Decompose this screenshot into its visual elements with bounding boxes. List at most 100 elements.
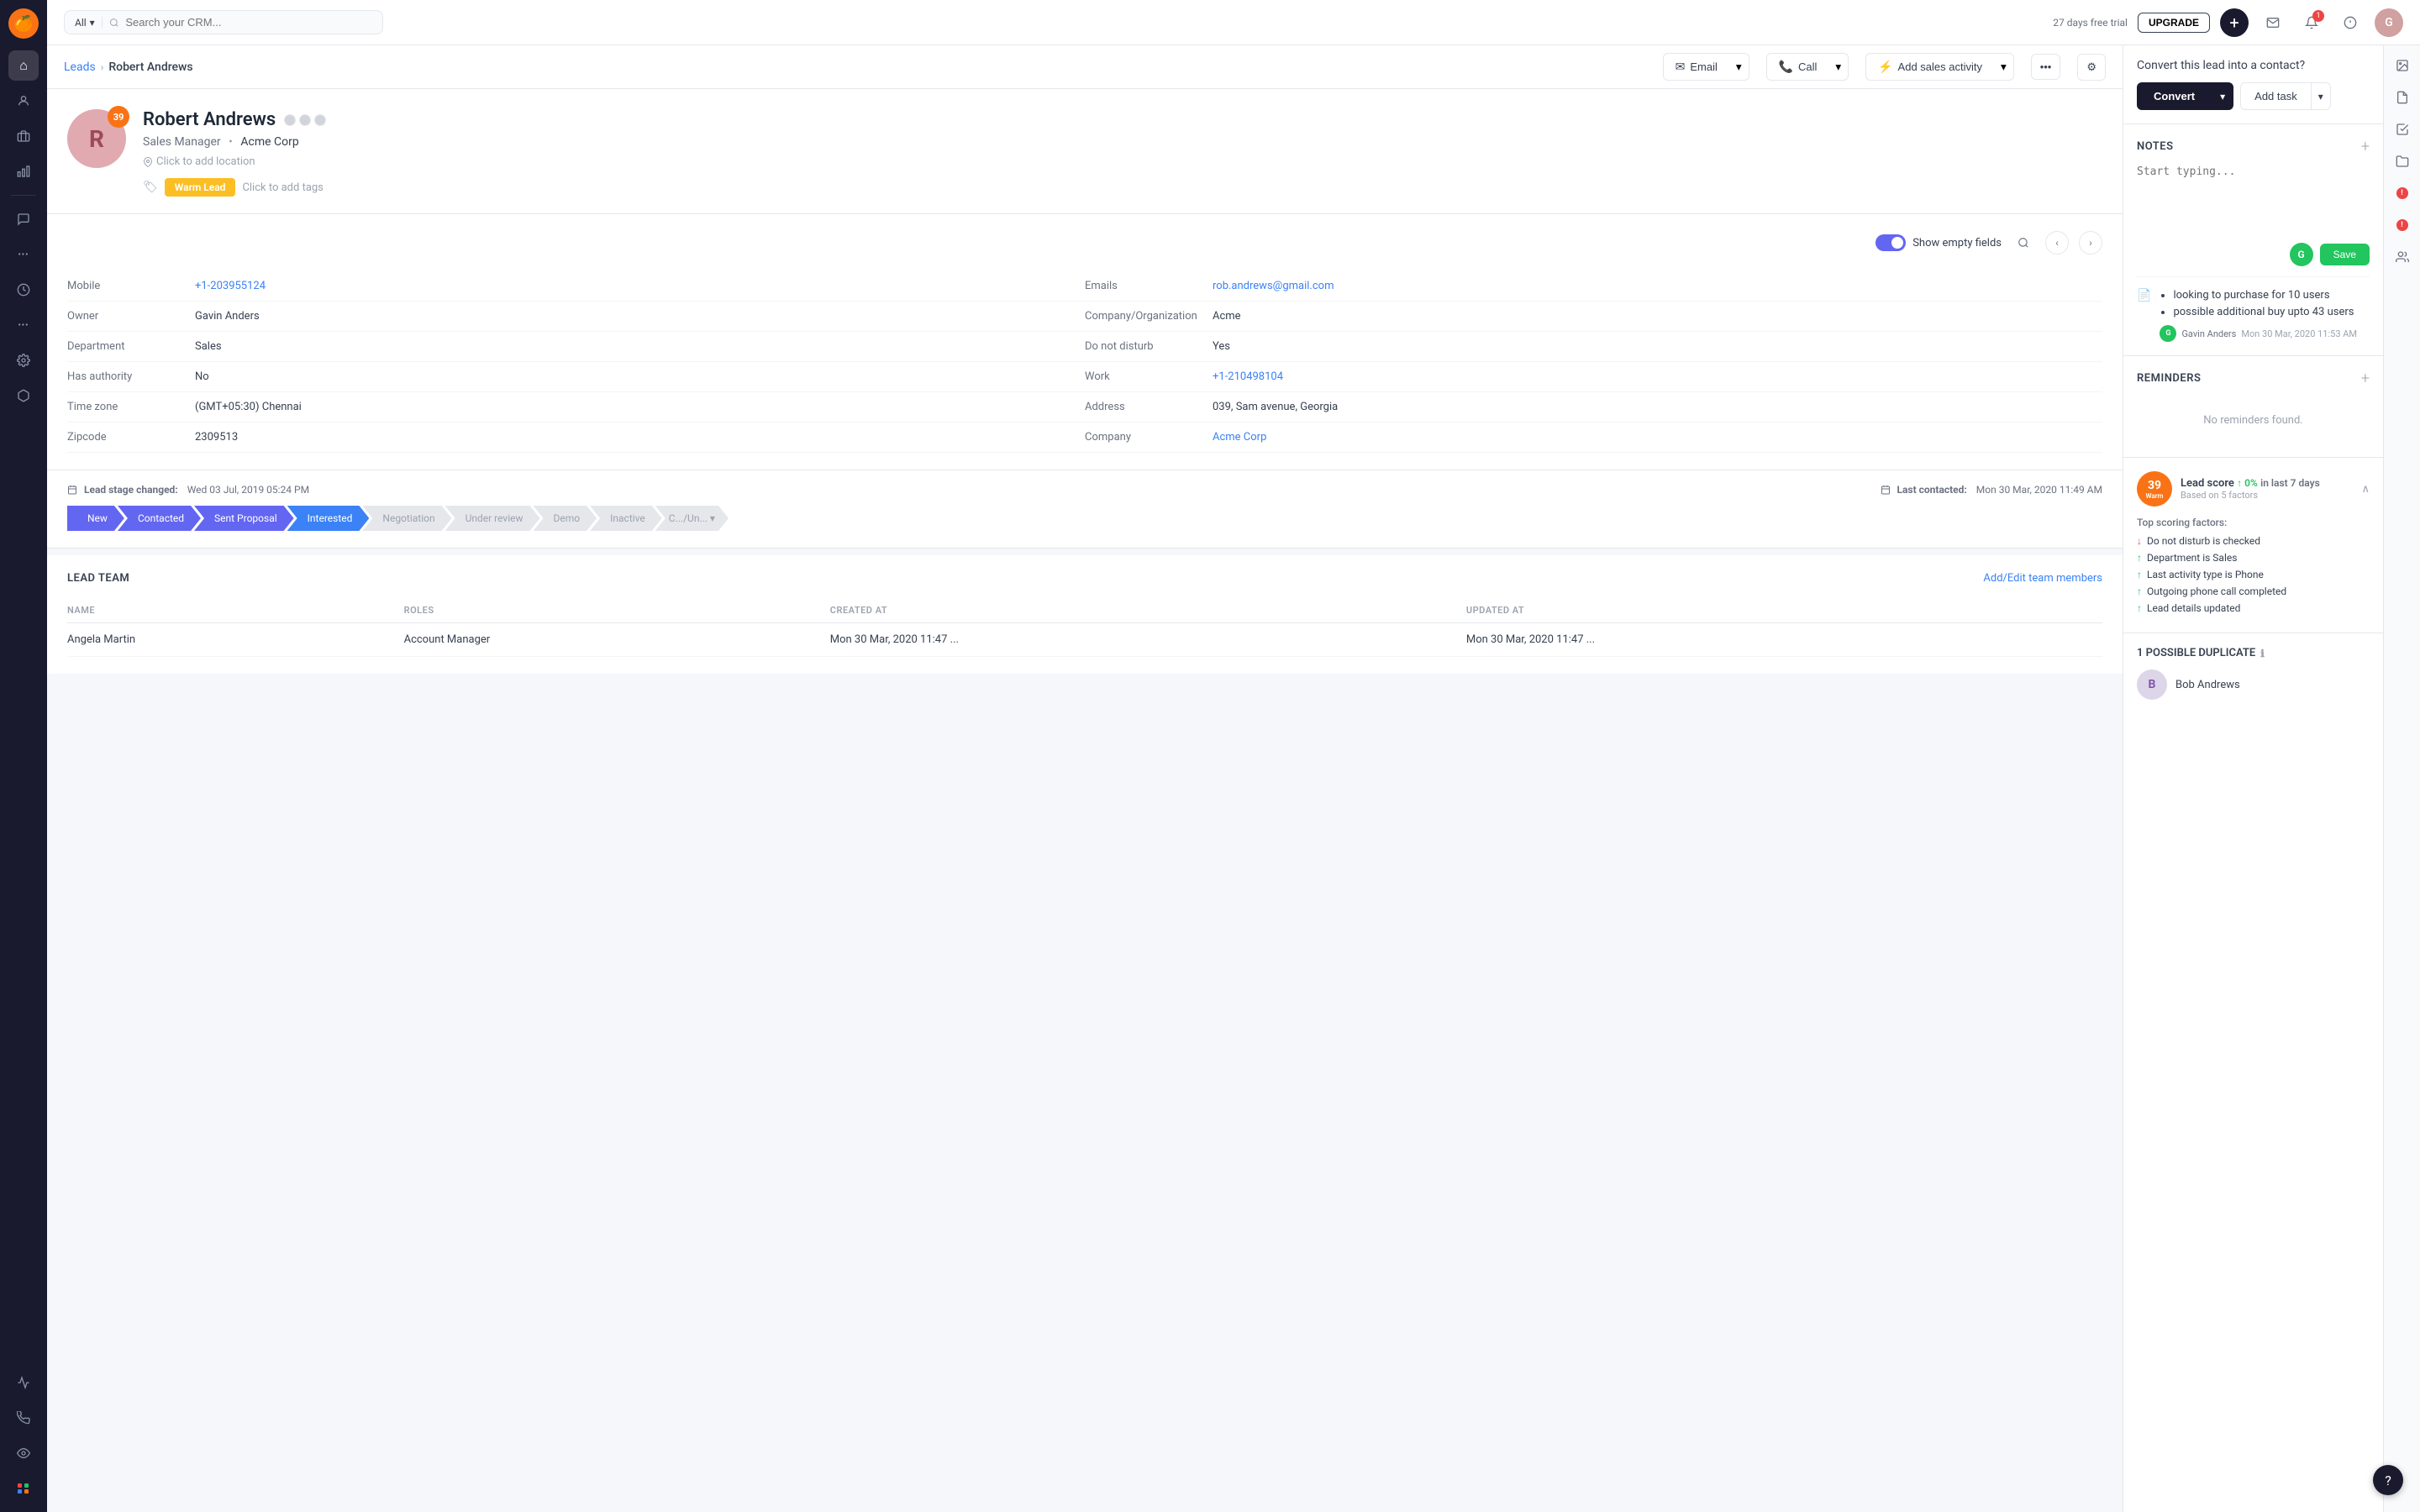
stage-changed: Lead stage changed: Wed 03 Jul, 2019 05:… <box>67 484 309 496</box>
user-avatar[interactable]: G <box>2375 8 2403 37</box>
breadcrumb: Leads › Robert Andrews <box>64 60 193 74</box>
page-header: Leads › Robert Andrews ✉ Email ▾ 📞 Call <box>47 45 2123 89</box>
settings-button[interactable]: ⚙ <box>2077 54 2106 81</box>
sidebar-icon-messages[interactable] <box>8 204 39 234</box>
far-right-hands-icon[interactable] <box>2389 244 2416 270</box>
note-text: looking to purchase for 10 users possibl… <box>2160 287 2370 320</box>
fields-prev-button[interactable]: ‹ <box>2045 231 2069 255</box>
far-right-folder-icon[interactable] <box>2389 148 2416 175</box>
bell-action[interactable] <box>2336 8 2365 37</box>
search-input[interactable] <box>125 16 372 29</box>
stage-more[interactable]: C.../Un... ▾ <box>655 506 729 531</box>
convert-chevron[interactable]: ▾ <box>2212 82 2233 110</box>
lead-company[interactable]: Acme Corp <box>240 135 298 149</box>
far-right-activity-icon[interactable]: ! <box>2389 212 2416 239</box>
far-right-photo-icon[interactable] <box>2389 52 2416 79</box>
stage-contacted[interactable]: Contacted <box>118 506 201 531</box>
field-mobile-value[interactable]: +1-203955124 <box>195 280 266 292</box>
sales-activity-chevron[interactable]: ▾ <box>1994 53 2014 81</box>
add-task-chevron[interactable]: ▾ <box>2312 82 2331 110</box>
field-emails-value[interactable]: rob.andrews@gmail.com <box>1213 280 1334 292</box>
show-empty-toggle[interactable]: Show empty fields <box>1876 234 2002 251</box>
more-options-button[interactable]: ••• <box>2031 54 2061 80</box>
lead-title: Sales Manager <box>143 135 221 149</box>
far-right-doc-icon[interactable] <box>2389 84 2416 111</box>
notes-input[interactable] <box>2137 165 2370 233</box>
field-company-value[interactable]: Acme Corp <box>1213 431 1266 444</box>
stage-inactive[interactable]: Inactive <box>590 506 662 531</box>
note-content: looking to purchase for 10 users possibl… <box>2160 287 2370 342</box>
sidebar-icon-clock[interactable] <box>8 275 39 305</box>
convert-button[interactable]: Convert <box>2137 82 2212 110</box>
email-button[interactable]: ✉ Email <box>1663 53 1729 81</box>
add-sales-activity-button[interactable]: ⚡ Add sales activity <box>1865 53 1994 81</box>
sidebar-icon-analytics[interactable] <box>8 156 39 186</box>
stage-under-review[interactable]: Under review <box>445 506 540 531</box>
member-name: Angela Martin <box>67 623 404 657</box>
call-button[interactable]: 📞 Call <box>1766 53 1829 81</box>
add-note-button[interactable]: + <box>2361 138 2370 155</box>
field-department-value: Sales <box>195 340 222 353</box>
score-dot-2 <box>299 114 311 126</box>
factor-dnd: ↓ Do not disturb is checked <box>2137 535 2370 547</box>
field-address: Address 039, Sam avenue, Georgia <box>1085 392 2102 423</box>
gear-icon: ⚙ <box>2086 60 2096 74</box>
stage-new[interactable]: New <box>67 506 124 531</box>
field-timezone-label: Time zone <box>67 401 185 413</box>
sidebar-icon-contacts[interactable] <box>8 86 39 116</box>
dup-item: B Bob Andrews <box>2137 669 2370 700</box>
save-note-button[interactable]: Save <box>2320 244 2370 265</box>
stage-contacted: Last contacted: Mon 30 Mar, 2020 11:49 A… <box>1881 484 2102 496</box>
email-call-group: ✉ Email ▾ <box>1663 53 1749 81</box>
sidebar-icon-deals[interactable] <box>8 121 39 151</box>
dup-name[interactable]: Bob Andrews <box>2175 679 2240 691</box>
email-action[interactable] <box>2259 8 2287 37</box>
score-warm-label: Warm <box>2145 492 2163 500</box>
note-meta: G Gavin Anders Mon 30 Mar, 2020 11:53 AM <box>2160 325 2370 342</box>
far-right-task-icon[interactable] <box>2389 116 2416 143</box>
sidebar-icon-activity[interactable] <box>8 1368 39 1398</box>
add-task-button[interactable]: Add task <box>2240 82 2312 110</box>
sidebar-icon-phone[interactable] <box>8 1403 39 1433</box>
score-collapse-button[interactable]: ∧ <box>2361 483 2370 496</box>
lead-main: Leads › Robert Andrews ✉ Email ▾ 📞 Call <box>47 45 2123 1512</box>
field-emails: Emails rob.andrews@gmail.com <box>1085 271 2102 302</box>
warm-lead-tag[interactable]: Warm Lead <box>165 178 236 197</box>
app-logo[interactable]: 🍊 <box>8 8 39 39</box>
fields-right-column: Emails rob.andrews@gmail.com Company/Org… <box>1085 271 2102 453</box>
toggle-switch[interactable] <box>1876 234 1906 251</box>
factor-down-icon: ↓ <box>2137 535 2142 547</box>
fields-search-button[interactable] <box>2012 231 2035 255</box>
search-filter[interactable]: All ▾ <box>75 17 103 29</box>
sidebar-icon-settings[interactable] <box>8 345 39 375</box>
add-edit-team-button[interactable]: Add/Edit team members <box>1983 572 2102 585</box>
sidebar-icon-home[interactable]: ⌂ <box>8 50 39 81</box>
right-panel: Convert this lead into a contact? Conver… <box>2123 45 2383 1512</box>
sidebar-icon-apps[interactable] <box>8 1473 39 1504</box>
sidebar-icon-eye[interactable] <box>8 1438 39 1468</box>
notification-badge: 1 <box>2312 10 2324 22</box>
breadcrumb-leads-link[interactable]: Leads <box>64 60 96 74</box>
upgrade-button[interactable]: UPGRADE <box>2138 13 2210 33</box>
fields-next-button[interactable]: › <box>2079 231 2102 255</box>
add-reminder-button[interactable]: + <box>2361 370 2370 387</box>
stage-negotiation[interactable]: Negotiation <box>362 506 451 531</box>
notifications-action[interactable]: 1 <box>2297 8 2326 37</box>
far-right-notification-icon[interactable]: ! <box>2389 180 2416 207</box>
stage-sent-proposal[interactable]: Sent Proposal <box>194 506 294 531</box>
stage-demo[interactable]: Demo <box>534 506 597 531</box>
score-number: 39 <box>2148 479 2161 492</box>
email-chevron[interactable]: ▾ <box>1729 53 1749 81</box>
factor-dept-text: Department is Sales <box>2147 552 2237 564</box>
lead-location[interactable]: Click to add location <box>143 155 2102 168</box>
note-time: Mon 30 Mar, 2020 11:53 AM <box>2241 328 2357 339</box>
sidebar-icon-cube[interactable] <box>8 381 39 411</box>
stage-interested[interactable]: Interested <box>287 506 370 531</box>
help-button[interactable]: ? <box>2373 1465 2403 1495</box>
add-tag-button[interactable]: Click to add tags <box>242 181 323 194</box>
field-work-value[interactable]: +1-210498104 <box>1213 370 1283 383</box>
field-owner: Owner Gavin Anders <box>67 302 1085 332</box>
search-container[interactable]: All ▾ <box>64 10 383 34</box>
call-chevron[interactable]: ▾ <box>1828 53 1849 81</box>
add-button[interactable]: + <box>2220 8 2249 37</box>
